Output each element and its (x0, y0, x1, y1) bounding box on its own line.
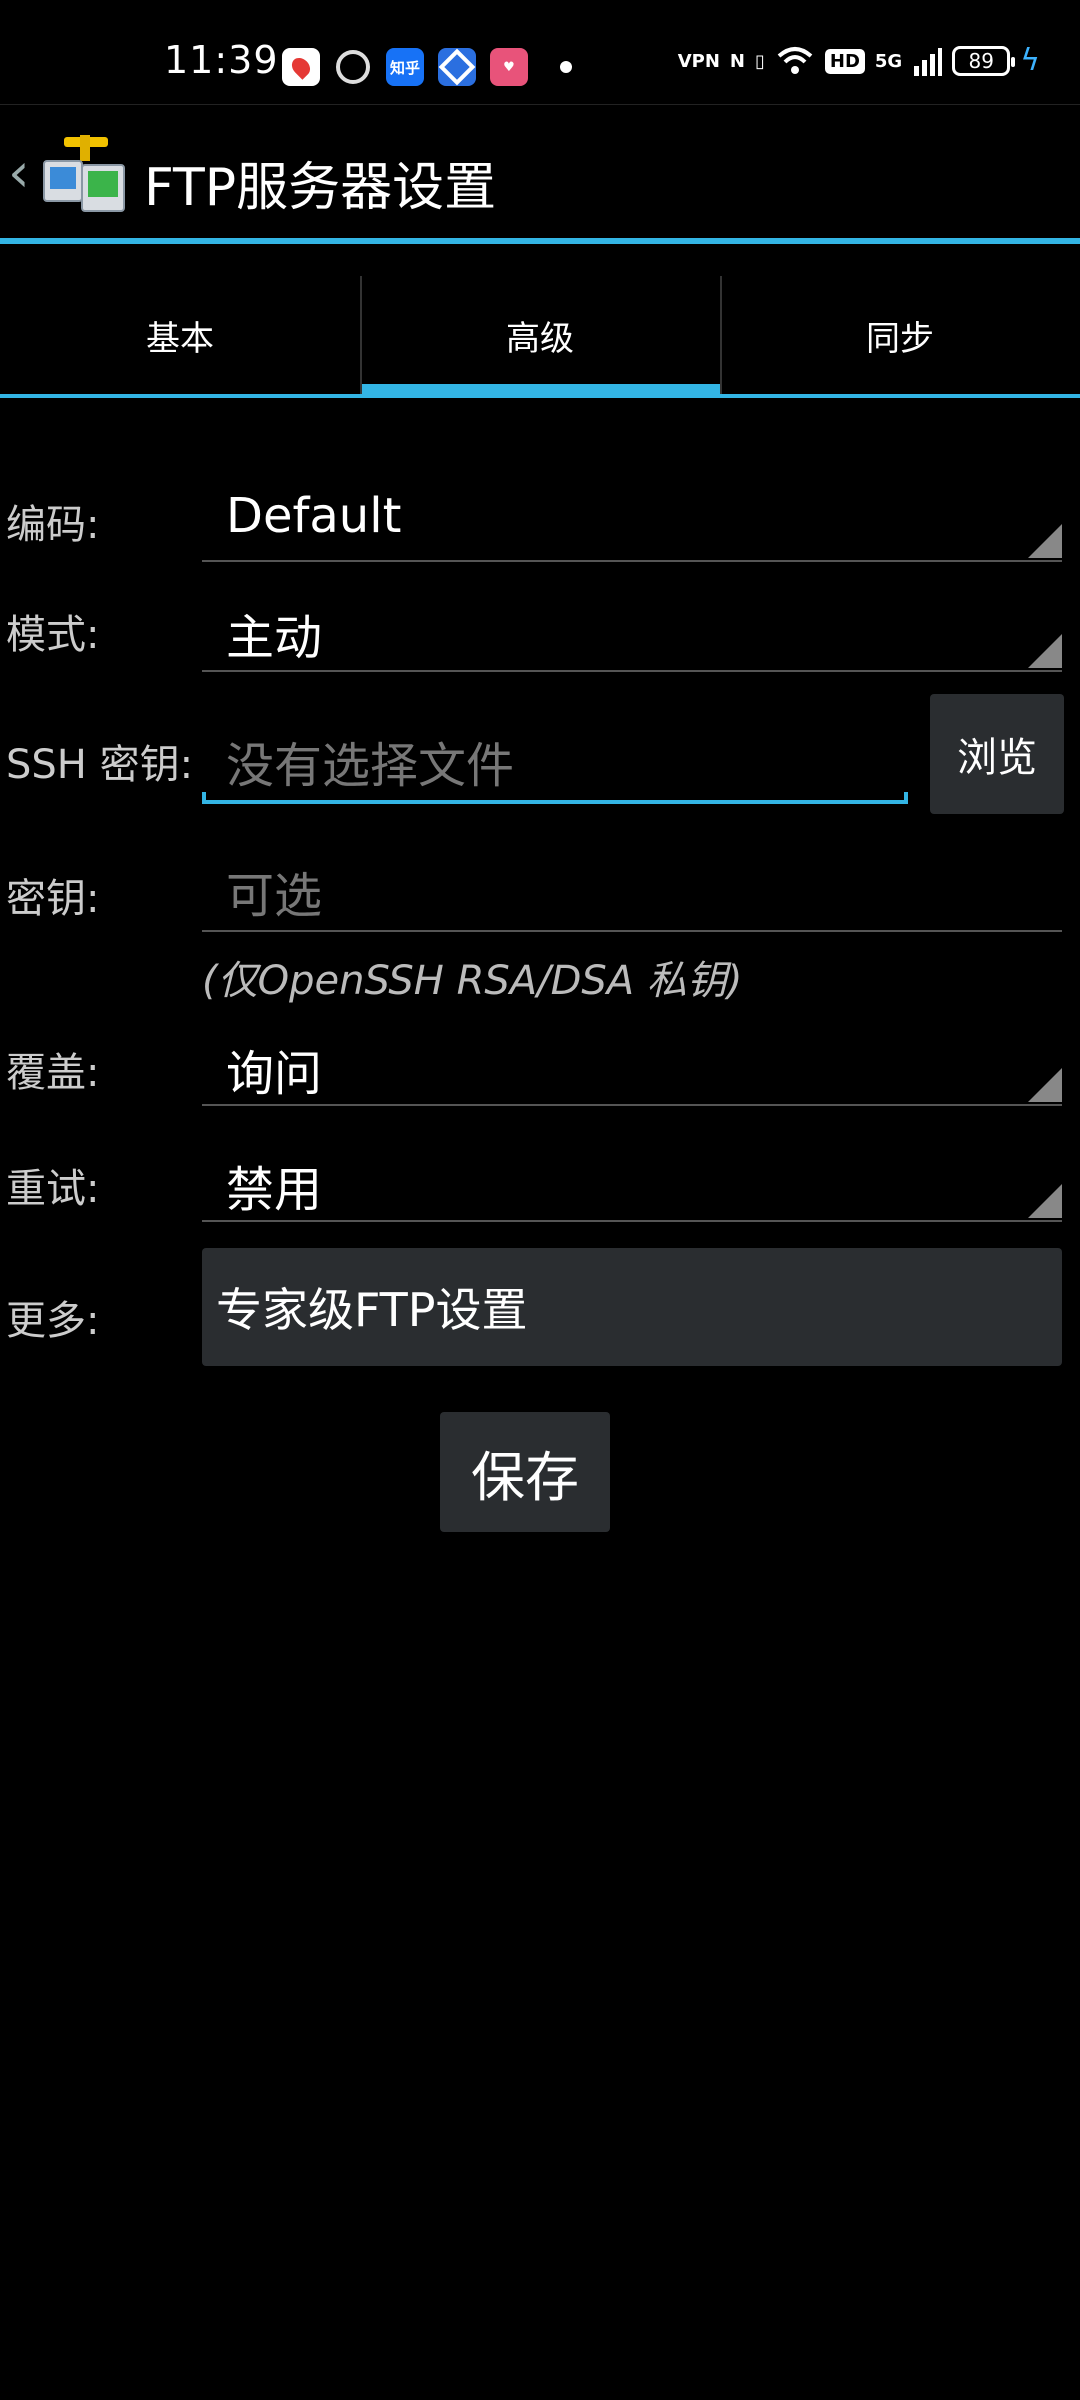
ssh-key-placeholder: 没有选择文件 (226, 738, 515, 794)
tab-label: 同步 (866, 318, 934, 359)
battery-level: 89 (968, 49, 994, 73)
encoding-value: Default (226, 488, 402, 544)
battery-icon: 89 (952, 46, 1016, 76)
tab-label: 高级 (506, 318, 574, 359)
bank-icon (438, 48, 476, 86)
dropdown-corner-icon (1028, 524, 1062, 558)
hd-icon: HD (824, 48, 865, 74)
dropdown-corner-icon (1028, 1184, 1062, 1218)
notification-icons: 知乎 ♥ (282, 48, 572, 86)
signal-icon (914, 48, 943, 76)
expert-ftp-settings-button[interactable]: 专家级FTP设置 (202, 1248, 1062, 1366)
passphrase-input[interactable]: 可选 (202, 856, 1062, 932)
more-label: 更多: (6, 1298, 100, 1344)
retry-value: 禁用 (226, 1162, 323, 1218)
tab-label: 基本 (146, 318, 214, 359)
retry-label: 重试: (6, 1166, 100, 1212)
action-bar: ‹ FTP服务器设置 (0, 104, 1080, 238)
tab-bar: 基本 高级 同步 (0, 276, 1080, 398)
ssh-key-file-field[interactable]: 没有选择文件 (202, 726, 908, 804)
back-chevron-icon[interactable]: ‹ (8, 141, 30, 204)
mode-label: 模式: (6, 612, 100, 658)
dropdown-corner-icon (1028, 634, 1062, 668)
encoding-spinner[interactable]: Default (202, 488, 1062, 562)
wifi-icon (777, 47, 813, 74)
tab-advanced[interactable]: 高级 (360, 276, 720, 398)
overwrite-value: 询问 (226, 1046, 323, 1102)
overwrite-label: 覆盖: (6, 1050, 100, 1096)
zhihu-icon: 知乎 (386, 48, 424, 86)
maps-icon (282, 48, 320, 86)
encoding-label: 编码: (6, 502, 100, 548)
browse-button[interactable]: 浏览 (930, 694, 1064, 814)
charging-icon: ϟ (1020, 43, 1040, 78)
tab-sync[interactable]: 同步 (720, 276, 1080, 398)
vibrate-icon: ▯ (754, 50, 765, 72)
status-time: 11:39 (164, 38, 279, 82)
mode-value: 主动 (226, 610, 323, 666)
dropdown-corner-icon (1028, 1068, 1062, 1102)
tab-basic[interactable]: 基本 (0, 276, 360, 398)
status-bar: 11:39 知乎 ♥ VPN N ▯ HD 5G 89 ϟ (0, 0, 1080, 104)
network-type-label: 5G (874, 50, 903, 72)
retry-spinner[interactable]: 禁用 (202, 1150, 1062, 1222)
system-icons: VPN N ▯ HD 5G 89 ϟ (678, 46, 1040, 76)
more-notifications-dot-icon (560, 61, 572, 73)
mode-spinner[interactable]: 主动 (202, 598, 1062, 672)
passphrase-placeholder: 可选 (226, 868, 323, 924)
app-logo-icon[interactable] (40, 135, 128, 215)
pink-app-icon: ♥ (490, 48, 528, 86)
page-title: FTP服务器设置 (144, 158, 497, 218)
passphrase-label: 密钥: (6, 876, 100, 922)
overwrite-spinner[interactable]: 询问 (202, 1034, 1062, 1106)
nfc-icon: N (729, 50, 745, 72)
alien-icon (334, 48, 372, 86)
title-divider (0, 238, 1080, 244)
save-button[interactable]: 保存 (440, 1412, 610, 1532)
vpn-icon: VPN (677, 50, 720, 72)
ssh-key-label: SSH 密钥: (6, 742, 194, 788)
ssh-key-note: (仅OpenSSH RSA/DSA 私钥) (202, 958, 743, 1004)
